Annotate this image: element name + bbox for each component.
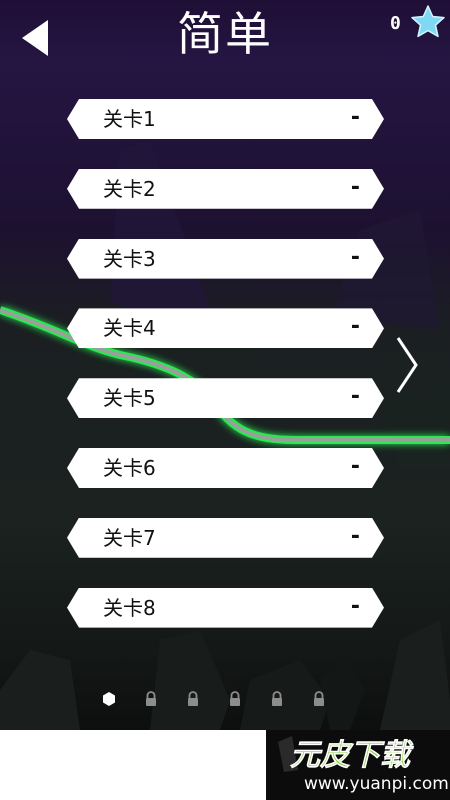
level-score: - <box>348 593 362 619</box>
level-item-6[interactable]: 关卡6 - <box>67 447 384 488</box>
svg-text:元皮下载: 元皮下载 <box>290 738 414 773</box>
watermark-logo: 元皮下载 <box>278 736 414 773</box>
level-score: - <box>348 523 362 549</box>
level-name: 关卡5 <box>103 386 156 411</box>
level-item-3[interactable]: 关卡3 - <box>67 238 384 279</box>
level-name: 关卡6 <box>103 455 156 480</box>
page-2-lock-icon[interactable] <box>140 688 162 710</box>
page-3-lock-icon[interactable] <box>182 688 204 710</box>
next-page-chevron-icon[interactable] <box>394 336 420 394</box>
game-screen: 简单 0 关卡1 - 关卡2 - 关卡3 - 关卡4 - 关卡5 - 关卡6 - <box>0 0 450 730</box>
level-name: 关卡8 <box>103 595 156 620</box>
level-name: 关卡4 <box>103 316 156 341</box>
level-name: 关卡3 <box>103 246 156 271</box>
page-5-lock-icon[interactable] <box>266 688 288 710</box>
level-name: 关卡7 <box>103 525 156 550</box>
page-indicator <box>96 688 336 710</box>
page-4-lock-icon[interactable] <box>224 688 246 710</box>
level-score: - <box>348 453 362 479</box>
level-item-2[interactable]: 关卡2 - <box>67 168 384 209</box>
level-score: - <box>348 174 362 200</box>
level-score: - <box>348 105 362 130</box>
star-count: 0 <box>390 13 401 34</box>
level-score: - <box>348 384 362 410</box>
level-score: - <box>348 314 362 340</box>
page-6-lock-icon[interactable] <box>308 688 330 710</box>
level-name: 关卡2 <box>103 176 156 201</box>
level-item-1[interactable]: 关卡1 - <box>67 99 384 139</box>
level-item-4[interactable]: 关卡4 - <box>67 308 384 349</box>
page-title: 简单 <box>177 7 273 61</box>
current-page-hexagon-icon[interactable] <box>98 688 120 710</box>
level-list: 关卡1 - 关卡2 - 关卡3 - 关卡4 - 关卡5 - 关卡6 - 关卡7 … <box>67 99 384 657</box>
level-score: - <box>348 244 362 270</box>
level-item-5[interactable]: 关卡5 - <box>67 378 384 419</box>
level-item-7[interactable]: 关卡7 - <box>67 517 384 558</box>
watermark: 元皮下载 www.yuanpi.com <box>266 730 450 800</box>
watermark-url: www.yuanpi.com <box>304 774 449 794</box>
level-item-8[interactable]: 关卡8 - <box>67 587 384 628</box>
level-name: 关卡1 <box>103 107 156 131</box>
star-icon <box>411 5 445 38</box>
